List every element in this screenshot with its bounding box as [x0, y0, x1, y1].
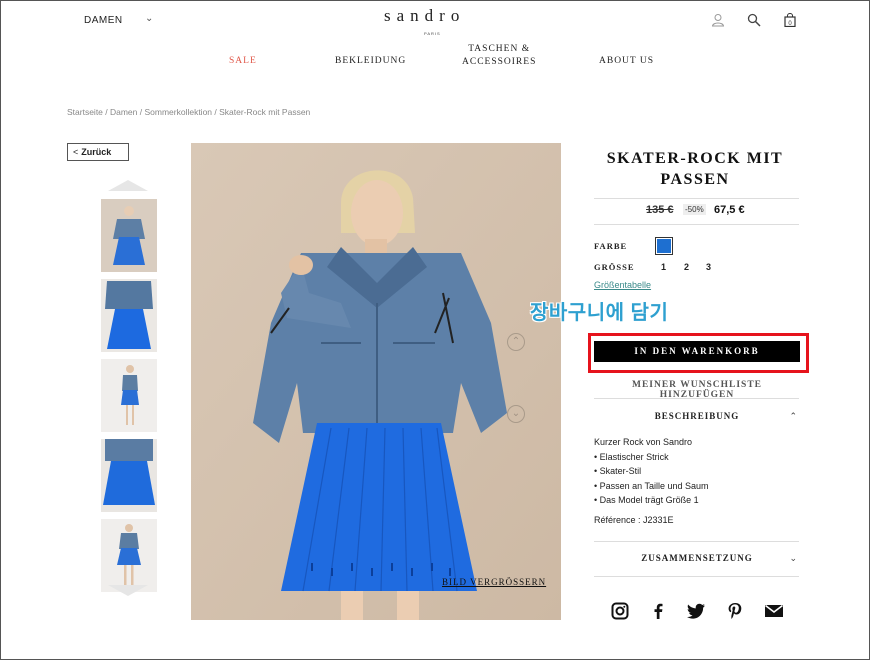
product-title-line1: SKATER-ROCK MIT [606, 150, 784, 167]
nav-taschen-line1: TASCHEN & [468, 44, 531, 54]
size-option-2[interactable]: 2 [684, 262, 689, 272]
main-product-image[interactable] [191, 143, 561, 620]
chevron-up-icon: ⌃ [789, 411, 798, 421]
product-title: SKATER-ROCK MIT PASSEN [590, 148, 800, 190]
divider [594, 198, 799, 199]
description-line: Kurzer Rock von Sandro [594, 437, 693, 447]
description-title: BESCHREIBUNG [654, 411, 740, 421]
composition-title: ZUSAMMENSETZUNG [641, 553, 753, 563]
add-to-cart-button[interactable]: IN DEN WARENKORB [594, 341, 800, 362]
enlarge-image-link[interactable]: BILD VERGRÖSSERN [442, 577, 546, 587]
thumbnail-skirt-close[interactable] [101, 439, 157, 512]
description-section-toggle[interactable]: BESCHREIBUNG ⌃ [594, 411, 800, 421]
mail-icon[interactable] [764, 602, 784, 620]
price-new: 67,5 € [714, 204, 745, 216]
add-to-wishlist-link[interactable]: MEINER WUNSCHLISTE HINZUFÜGEN [594, 380, 800, 400]
instagram-icon[interactable] [610, 602, 630, 620]
description-line: • Das Model trägt Größe 1 [594, 495, 699, 505]
nav-taschen-accessoires[interactable]: TASCHEN & ACCESSOIRES [462, 43, 536, 69]
description-line: • Passen an Taille und Saum [594, 480, 709, 491]
size-chart-link[interactable]: Größentabelle [594, 280, 651, 290]
divider [594, 576, 799, 577]
size-option-1[interactable]: 1 [661, 262, 666, 272]
back-label: Zurück [81, 147, 112, 157]
facebook-icon[interactable] [648, 602, 668, 620]
size-option-3[interactable]: 3 [706, 262, 711, 272]
thumbnail-scroll-down-arrow[interactable] [108, 585, 148, 596]
chevron-down-icon: ⌄ [789, 553, 798, 563]
divider [594, 398, 799, 399]
breadcrumb[interactable]: Startseite / Damen / Sommerkollektion / … [67, 107, 310, 117]
account-icon[interactable] [711, 13, 725, 27]
nav-sale[interactable]: SALE [229, 55, 257, 68]
thumbnail-full-front[interactable] [101, 519, 157, 592]
composition-section-toggle[interactable]: ZUSAMMENSETZUNG ⌄ [594, 553, 800, 563]
divider [594, 541, 799, 542]
product-title-line2: PASSEN [660, 171, 730, 188]
thumbnail-scroll-up-arrow[interactable] [108, 180, 148, 191]
product-reference: Référence : J2331E [594, 515, 674, 525]
price-old: 135 € [646, 204, 674, 216]
thumbnail-look-front[interactable] [101, 199, 157, 272]
chevron-left-icon: < [73, 147, 79, 157]
twitter-icon[interactable] [686, 602, 706, 620]
color-swatch-blue[interactable] [655, 237, 673, 255]
nav-taschen-line2: ACCESSOIRES [462, 57, 537, 67]
search-icon[interactable] [747, 13, 761, 27]
shopping-bag-icon[interactable]: 0 [783, 13, 797, 27]
color-label: FARBE [594, 241, 628, 251]
nav-bekleidung[interactable]: BEKLEIDUNG [335, 55, 406, 68]
image-nav-up-icon[interactable]: ⌃ [507, 333, 525, 351]
description-line: • Skater-Stil [594, 466, 642, 476]
chevron-down-icon[interactable]: ⌄ [145, 13, 153, 24]
language-selector[interactable]: DAMEN [84, 15, 123, 26]
image-nav-down-icon[interactable]: ⌄ [507, 405, 525, 423]
thumbnail-side-view[interactable] [101, 359, 157, 432]
nav-about-us[interactable]: ABOUT US [599, 55, 654, 68]
size-label: GRÖSSE [594, 262, 635, 272]
description-line: • Elastischer Strick [594, 451, 669, 462]
discount-badge: -50% [683, 204, 706, 215]
thumbnail-jacket-top[interactable] [101, 279, 157, 352]
pinterest-icon[interactable] [725, 602, 745, 620]
divider [594, 224, 799, 225]
brand-logo[interactable]: sandro [384, 6, 465, 26]
product-description: Kurzer Rock von Sandro • Elastischer Str… [594, 435, 709, 508]
brand-logo-sub: PARIS [424, 31, 441, 36]
annotation-label: 장바구니에 담기 [530, 302, 669, 324]
back-button[interactable]: < Zurück [67, 143, 129, 161]
